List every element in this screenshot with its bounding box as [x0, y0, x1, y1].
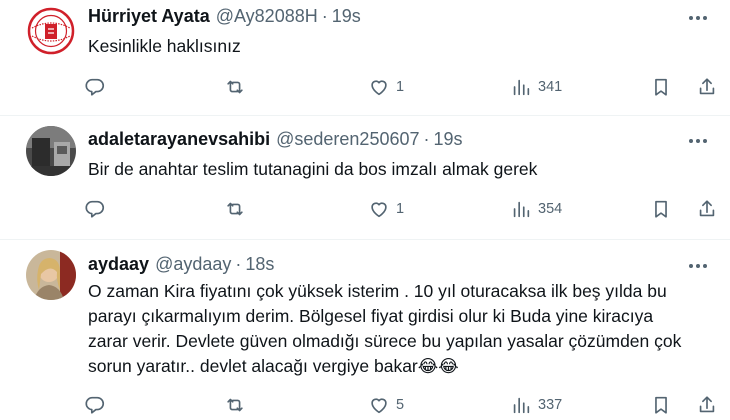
more-horizontal-icon[interactable]	[686, 254, 710, 278]
tweet[interactable]: aydaay @aydaay · 18s O zaman Kira fiyatı…	[0, 240, 730, 420]
display-name[interactable]: adaletarayanevsahibi	[88, 129, 270, 150]
share-icon	[696, 76, 718, 98]
view-count: 341	[538, 79, 563, 95]
retweet-icon	[224, 198, 246, 220]
action-bar: 1 341	[84, 72, 720, 102]
tweet-text-line: parayı çıkarmalıyım derim. Bölgesel fiya…	[88, 306, 654, 326]
tweet-header: adaletarayanevsahibi @sederen250607 · 19…	[88, 129, 463, 150]
bookmark-button[interactable]	[650, 72, 672, 102]
timestamp[interactable]: 18s	[245, 254, 274, 275]
reply-button[interactable]	[84, 194, 112, 224]
reply-button[interactable]	[84, 72, 112, 102]
tweet-text: O zaman Kira fiyatını çok yüksek isterim…	[88, 279, 708, 379]
retweet-button[interactable]	[224, 390, 252, 420]
separator: ·	[321, 6, 328, 26]
tweet-text: Bir de anahtar teslim tutanagini da bos …	[88, 159, 538, 179]
share-button[interactable]	[696, 194, 718, 224]
tweet-text-line: O zaman Kira fiyatını çok yüksek isterim…	[88, 281, 667, 301]
retweet-button[interactable]	[224, 194, 252, 224]
reply-icon	[84, 76, 106, 98]
tweet-header: aydaay @aydaay · 18s	[88, 254, 274, 275]
more-horizontal-icon[interactable]	[686, 6, 710, 30]
user-handle[interactable]: @Ay82088H	[216, 6, 318, 27]
action-bar: 1 354	[84, 194, 720, 224]
display-name[interactable]: Hürriyet Ayata	[88, 6, 210, 27]
bookmark-icon	[650, 394, 672, 416]
bookmark-button[interactable]	[650, 390, 672, 420]
seal-logo-icon	[26, 6, 76, 56]
views-icon	[510, 76, 532, 98]
tweet-header: Hürriyet Ayata @Ay82088H · 19s	[88, 6, 361, 27]
like-button[interactable]: 5	[368, 390, 404, 420]
views-button[interactable]: 341	[510, 72, 562, 102]
timestamp[interactable]: 19s	[332, 6, 361, 27]
timestamp[interactable]: 19s	[434, 129, 463, 150]
like-count: 1	[396, 79, 405, 95]
bookmark-icon	[650, 198, 672, 220]
avatar-photo	[26, 250, 76, 300]
view-count: 354	[538, 201, 563, 217]
bookmark-button[interactable]	[650, 194, 672, 224]
reply-icon	[84, 394, 106, 416]
tweet[interactable]: adaletarayanevsahibi @sederen250607 · 19…	[0, 116, 730, 240]
share-button[interactable]	[696, 72, 718, 102]
tweet-text: Kesinlikle haklısınız	[88, 36, 241, 56]
views-icon	[510, 394, 532, 416]
heart-icon	[368, 76, 390, 98]
retweet-icon	[224, 394, 246, 416]
avatar[interactable]	[26, 126, 76, 176]
reply-button[interactable]	[84, 390, 112, 420]
share-icon	[696, 394, 718, 416]
user-handle[interactable]: @aydaay	[155, 254, 231, 275]
retweet-button[interactable]	[224, 72, 252, 102]
separator: ·	[423, 129, 430, 149]
share-icon	[696, 198, 718, 220]
reply-icon	[84, 198, 106, 220]
like-button[interactable]: 1	[368, 72, 404, 102]
views-button[interactable]: 337	[510, 390, 562, 420]
separator: ·	[235, 254, 242, 274]
action-bar: 5 337	[84, 390, 720, 420]
display-name[interactable]: aydaay	[88, 254, 149, 275]
like-count: 1	[396, 201, 405, 217]
tweet-text-line: zarar verir. Devlete güven olmadığı süre…	[88, 331, 682, 351]
view-count: 337	[538, 397, 563, 413]
retweet-icon	[224, 76, 246, 98]
views-icon	[510, 198, 532, 220]
avatar[interactable]	[26, 6, 76, 56]
tweet[interactable]: Hürriyet Ayata @Ay82088H · 19s Kesinlikl…	[0, 0, 730, 116]
tweet-text-line: sorun yaratır.. devlet alacağı vergiye b…	[88, 356, 459, 376]
user-handle[interactable]: @sederen250607	[276, 129, 419, 150]
avatar-photo	[26, 126, 76, 176]
heart-icon	[368, 198, 390, 220]
more-horizontal-icon[interactable]	[686, 129, 710, 153]
share-button[interactable]	[696, 390, 718, 420]
avatar[interactable]	[26, 250, 76, 300]
like-button[interactable]: 1	[368, 194, 404, 224]
like-count: 5	[396, 397, 405, 413]
views-button[interactable]: 354	[510, 194, 562, 224]
heart-icon	[368, 394, 390, 416]
bookmark-icon	[650, 76, 672, 98]
